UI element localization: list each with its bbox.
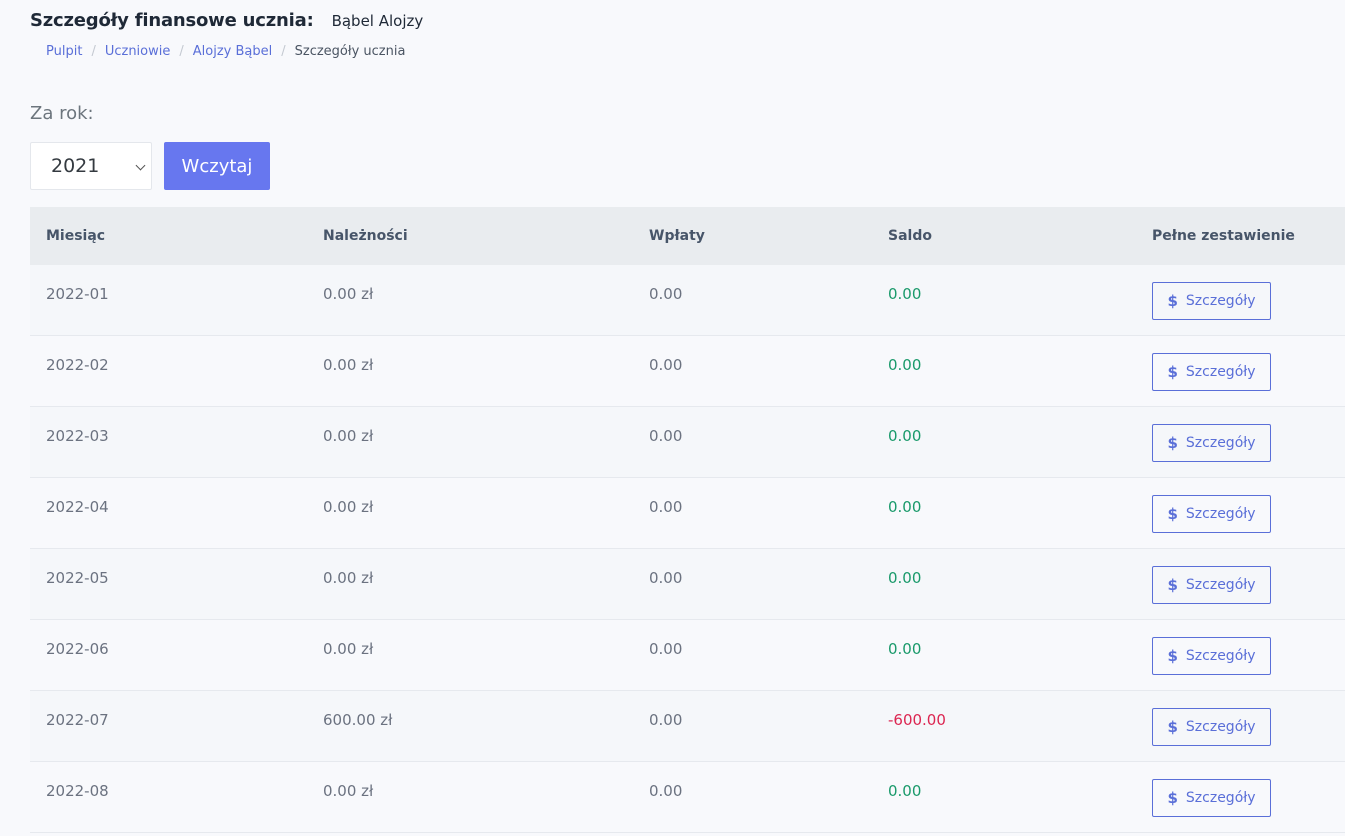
dollar-icon: $ [1167,363,1178,381]
details-button-label: Szczegóły [1185,790,1256,806]
payments-cell: 0.00 [649,569,683,587]
year-filter-label: Za rok: [30,103,94,124]
breadcrumb-link-student[interactable]: Alojzy Bąbel [193,44,272,59]
table-row: 2022-06 0.00 zł 0.00 0.00 $ Szczegóły [30,620,1345,691]
balance-cell: 0.00 [888,782,922,800]
details-button[interactable]: $ Szczegóły [1152,282,1271,320]
table-row: 2022-01 0.00 zł 0.00 0.00 $ Szczegóły [30,265,1345,336]
student-name: Bąbel Alojzy [331,12,424,30]
dollar-icon: $ [1167,505,1178,523]
dollar-icon: $ [1167,292,1178,310]
details-button[interactable]: $ Szczegóły [1152,566,1271,604]
table-header: Miesiąc Należności Wpłaty Saldo Pełne ze… [30,207,1345,265]
table-row: 2022-05 0.00 zł 0.00 0.00 $ Szczegóły [30,549,1345,620]
page: Szczegóły finansowe ucznia: Bąbel Alojzy… [0,0,1345,836]
month-cell: 2022-04 [46,498,109,516]
dues-cell: 600.00 zł [323,711,393,729]
dues-cell: 0.00 zł [323,640,374,658]
month-cell: 2022-08 [46,782,109,800]
breadcrumb-link-pulpit[interactable]: Pulpit [46,44,82,59]
breadcrumb-separator: / [179,44,184,59]
month-cell: 2022-03 [46,427,109,445]
details-button-label: Szczegóły [1185,435,1256,451]
table-row: 2022-08 0.00 zł 0.00 0.00 $ Szczegóły [30,762,1345,833]
load-button[interactable]: Wczytaj [164,142,270,190]
payments-cell: 0.00 [649,356,683,374]
column-header-full-statement: Pełne zestawienie [1152,228,1295,244]
details-button[interactable]: $ Szczegóły [1152,637,1271,675]
balance-cell: -600.00 [888,711,946,729]
payments-cell: 0.00 [649,285,683,303]
details-button[interactable]: $ Szczegóły [1152,779,1271,817]
month-cell: 2022-02 [46,356,109,374]
details-button-label: Szczegóły [1185,364,1256,380]
table-row: 2022-02 0.00 zł 0.00 0.00 $ Szczegóły [30,336,1345,407]
dues-cell: 0.00 zł [323,498,374,516]
month-cell: 2022-01 [46,285,109,303]
column-header-month: Miesiąc [46,228,106,244]
dues-cell: 0.00 zł [323,569,374,587]
payments-cell: 0.00 [649,427,683,445]
balance-cell: 0.00 [888,640,922,658]
payments-cell: 0.00 [649,782,683,800]
dollar-icon: $ [1167,718,1178,736]
breadcrumb: Pulpit / Uczniowie / Alojzy Bąbel / Szcz… [46,44,405,59]
month-cell: 2022-05 [46,569,109,587]
breadcrumb-link-uczniowie[interactable]: Uczniowie [105,44,171,59]
details-button-label: Szczegóły [1185,293,1256,309]
month-cell: 2022-06 [46,640,109,658]
balance-cell: 0.00 [888,498,922,516]
dollar-icon: $ [1167,789,1178,807]
dollar-icon: $ [1167,434,1178,452]
finance-table: Miesiąc Należności Wpłaty Saldo Pełne ze… [30,207,1345,833]
table-row: 2022-04 0.00 zł 0.00 0.00 $ Szczegóły [30,478,1345,549]
details-button-label: Szczegóły [1185,577,1256,593]
table-row: 2022-07 600.00 zł 0.00 -600.00 $ Szczegół… [30,691,1345,762]
dollar-icon: $ [1167,576,1178,594]
balance-cell: 0.00 [888,427,922,445]
page-title: Szczegóły finansowe ucznia: [30,10,314,31]
column-header-dues: Należności [323,228,408,244]
details-button[interactable]: $ Szczegóły [1152,708,1271,746]
year-select-value: 2021 [51,155,100,177]
chevron-down-icon [135,160,146,171]
payments-cell: 0.00 [649,711,683,729]
payments-cell: 0.00 [649,498,683,516]
details-button-label: Szczegóły [1185,648,1256,664]
month-cell: 2022-07 [46,711,109,729]
payments-cell: 0.00 [649,640,683,658]
details-button[interactable]: $ Szczegóły [1152,424,1271,462]
details-button-label: Szczegóły [1185,719,1256,735]
year-select[interactable]: 2021 [30,142,152,190]
dollar-icon: $ [1167,647,1178,665]
dues-cell: 0.00 zł [323,782,374,800]
breadcrumb-current: Szczegóły ucznia [294,44,406,59]
balance-cell: 0.00 [888,569,922,587]
breadcrumb-separator: / [281,44,286,59]
details-button-label: Szczegóły [1185,506,1256,522]
dues-cell: 0.00 zł [323,356,374,374]
details-button[interactable]: $ Szczegóły [1152,495,1271,533]
balance-cell: 0.00 [888,356,922,374]
balance-cell: 0.00 [888,285,922,303]
details-button[interactable]: $ Szczegóły [1152,353,1271,391]
page-header: Szczegóły finansowe ucznia: Bąbel Alojzy [30,10,423,31]
table-row: 2022-03 0.00 zł 0.00 0.00 $ Szczegóły [30,407,1345,478]
column-header-balance: Saldo [888,228,932,244]
column-header-payments: Wpłaty [649,228,705,244]
dues-cell: 0.00 zł [323,427,374,445]
breadcrumb-separator: / [91,44,96,59]
dues-cell: 0.00 zł [323,285,374,303]
